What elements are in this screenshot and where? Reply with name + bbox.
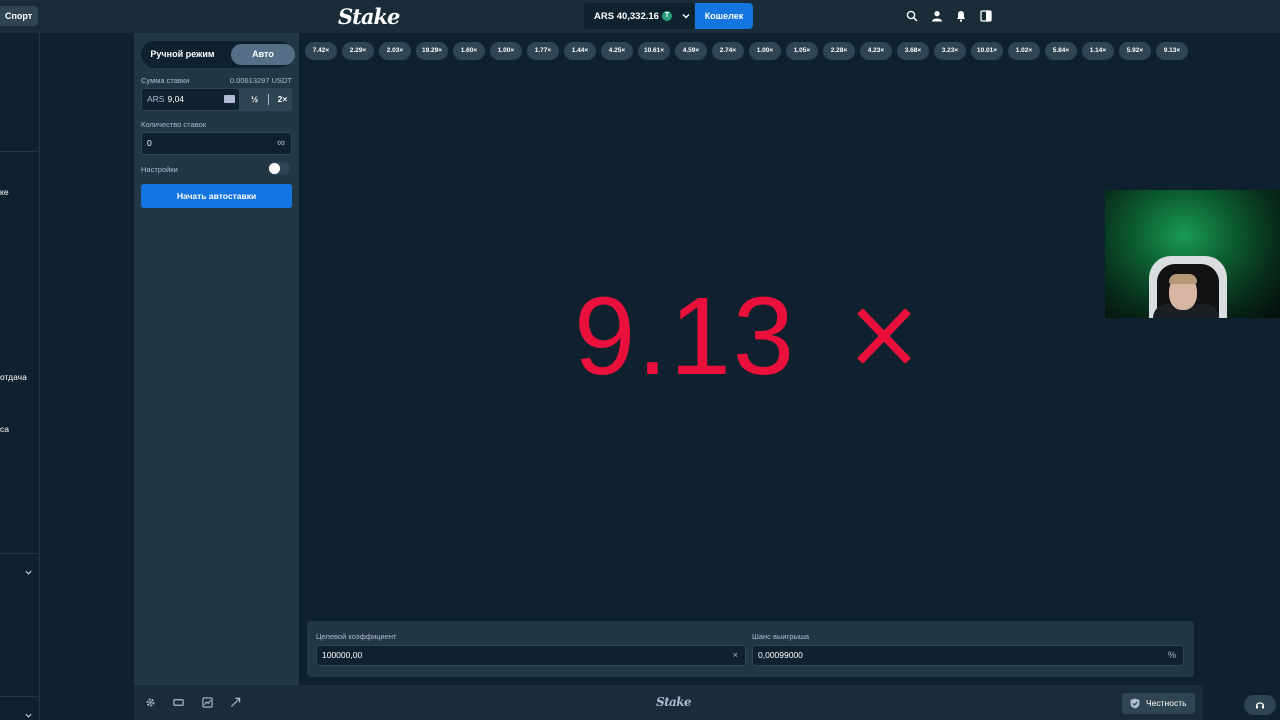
tether-coin-icon: T [661,11,672,21]
history-chip[interactable]: 7.42× [305,42,337,60]
multiplier-suffix: × [732,650,738,660]
double-bet-button[interactable]: 2× [273,88,292,111]
infinity-icon[interactable]: ∞ [277,133,285,153]
settings-gear-icon[interactable] [145,697,156,708]
history-chip[interactable]: 10.01× [971,42,1003,60]
shield-check-icon [1130,698,1140,709]
bet-amount-label: Сумма ставки [141,76,190,85]
toggle-knob [269,163,280,174]
history-chip[interactable]: 1.77× [527,42,559,60]
nav-item-clipped[interactable]: ке [0,187,9,197]
sport-button[interactable]: Спорт [0,6,39,26]
history-chip[interactable]: 2.74× [712,42,744,60]
theatre-mode-icon[interactable] [173,697,184,708]
fairness-button[interactable]: Честность [1122,693,1195,714]
target-form: Целевой коэффициент 100000,00 × Шанс выи… [307,621,1194,677]
balance-amount: ARS 40,332.16 [594,10,659,22]
half-bet-button[interactable]: ½ [245,88,264,111]
bet-count-input[interactable]: 0 ∞ [141,132,292,155]
win-chance-value: 0,00099000 [758,650,803,660]
bet-controls-panel: Ручной режим Авто Сумма ставки 0.0061329… [134,33,299,685]
search-icon[interactable] [906,10,918,22]
mode-toggle: Ручной режим Авто [141,41,295,68]
target-multiplier-value: 100000,00 [322,650,363,660]
nav-divider [0,696,38,697]
bell-icon[interactable] [955,10,967,22]
nav-divider [0,553,38,554]
history-chip[interactable]: 2.03× [379,42,411,60]
fairness-label: Честность [1146,698,1187,708]
chart-icon[interactable] [230,697,241,708]
stake-logo[interactable]: Stake [338,4,400,29]
history-chip[interactable]: 4.59× [675,42,707,60]
bet-currency: ARS [147,94,165,104]
game-area: 7.42× 2.29× 2.03× 19.29× 1.60× 1.00× 1.77× 1.44… [299,33,1203,685]
sidebar-toggle-icon[interactable] [980,10,992,22]
history-chip[interactable]: 1.00× [490,42,522,60]
settings-label: Настройки [141,165,178,174]
history-chip[interactable]: 3.23× [934,42,966,60]
history-chip[interactable]: 2.29× [342,42,374,60]
webcam-overlay [1105,190,1280,318]
history-chip[interactable]: 1.60× [453,42,485,60]
bet-amount-group: ARS 9,04 ½ 2× [141,88,292,111]
history-chip[interactable]: 3.68× [897,42,929,60]
divider [268,94,269,105]
tab-auto[interactable]: Авто [231,44,295,65]
multiplier-x-icon [857,308,911,364]
target-multiplier-label: Целевой коэффициент [316,632,397,641]
live-stats-icon[interactable] [202,697,213,708]
nav-item-clipped[interactable]: са [0,424,9,434]
chevron-down-icon [682,14,690,19]
percent-suffix: % [1167,650,1176,660]
history-chip[interactable]: 10.61× [638,42,670,60]
history-chip[interactable]: 1.00× [749,42,781,60]
history-chip[interactable]: 2.28× [823,42,855,60]
win-chance-label: Шанс выигрыша [752,632,810,641]
chevron-down-icon[interactable] [24,711,33,720]
bet-amount-input[interactable]: ARS 9,04 [142,89,239,110]
history-chip[interactable]: 4.25× [601,42,633,60]
user-icon[interactable] [931,10,943,22]
streamer-hair [1169,274,1197,284]
tab-manual[interactable]: Ручной режим [144,44,221,65]
history-chip[interactable]: 1.02× [1008,42,1040,60]
headset-icon [1255,702,1265,709]
history-chip[interactable]: 1.05× [786,42,818,60]
wallet-button[interactable]: Кошелек [695,3,753,29]
top-bar: Спорт Stake ARS 40,332.16 T Кошелек [0,0,1280,33]
history-chip[interactable]: 5.92× [1119,42,1151,60]
history-chip[interactable]: 4.23× [860,42,892,60]
result-multiplier: 9.13 [574,275,797,398]
history-chip[interactable]: 9.13× [1156,42,1188,60]
nav-item-clipped[interactable]: отдача [0,372,27,382]
result-history: 7.42× 2.29× 2.03× 19.29× 1.60× 1.00× 1.77× 1.44… [305,42,1188,60]
content-gutter [40,33,133,720]
history-chip[interactable]: 1.14× [1082,42,1114,60]
chevron-down-icon[interactable] [24,568,33,577]
left-navigation: ке отдача са [0,33,40,720]
history-chip[interactable]: 19.29× [416,42,448,60]
target-multiplier-input[interactable]: 100000,00 × [316,645,746,666]
bet-amount-converted: 0.00613297 USDT [229,76,292,85]
history-chip[interactable]: 5.84× [1045,42,1077,60]
settings-toggle[interactable] [268,162,290,175]
game-footer: Stake Честность [134,685,1203,720]
bet-count-value: 0 [147,138,152,148]
nav-divider [0,151,38,152]
bet-amount-value: 9,04 [167,94,185,104]
start-autobet-button[interactable]: Начать автоставки [141,184,292,208]
history-chip[interactable]: 1.44× [564,42,596,60]
banknote-icon [224,95,235,103]
balance-selector[interactable]: ARS 40,332.16 T [584,3,694,29]
support-chat-button[interactable] [1244,695,1276,715]
bet-count-label: Количество ставок [141,120,206,129]
win-chance-input[interactable]: 0,00099000 % [752,645,1184,666]
stake-footer-logo: Stake [656,695,692,709]
